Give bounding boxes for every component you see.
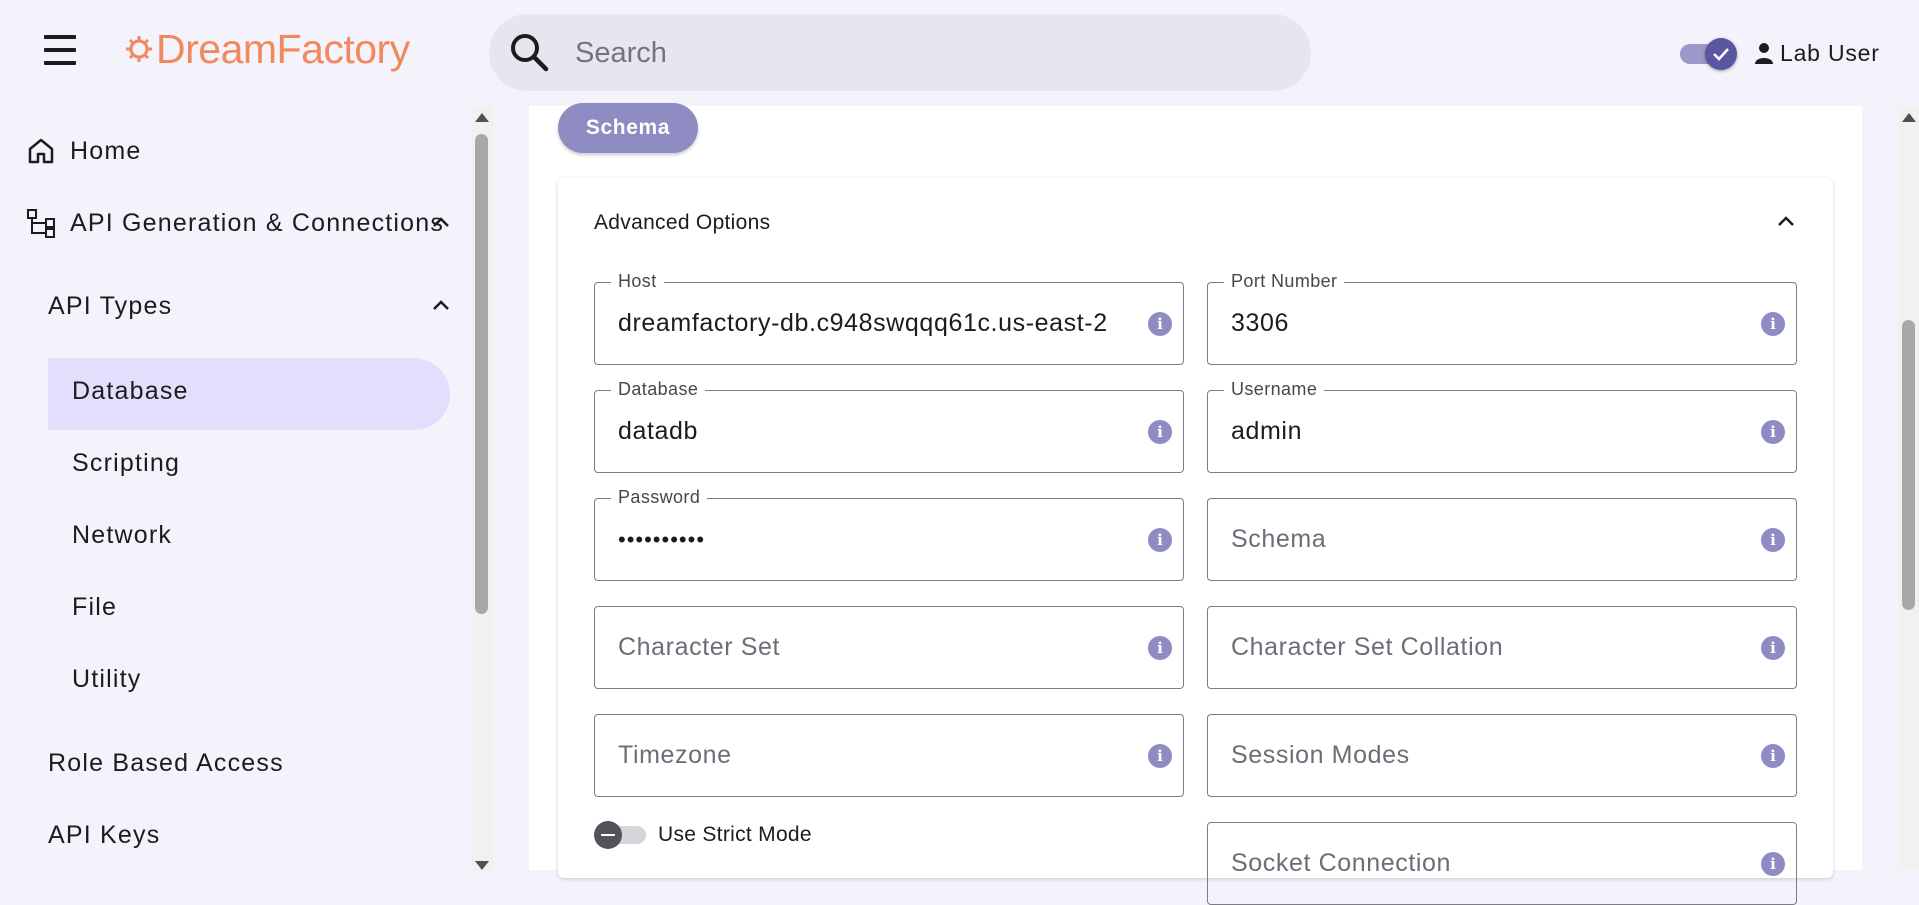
- character-set-input[interactable]: [618, 606, 1118, 689]
- user-menu[interactable]: Lab User: [1754, 36, 1880, 70]
- chevron-up-icon[interactable]: [1776, 208, 1796, 236]
- sidebar-item-label: API Types: [48, 292, 173, 320]
- sidebar-item-label: Role Based Access: [48, 749, 284, 777]
- minus-icon: [594, 821, 622, 849]
- info-icon[interactable]: i: [1761, 636, 1785, 660]
- sidebar-item-api-keys[interactable]: API Keys: [48, 821, 160, 850]
- schema-input[interactable]: [1231, 498, 1731, 581]
- theme-toggle[interactable]: [1680, 38, 1737, 70]
- chevron-up-icon[interactable]: [432, 299, 450, 311]
- database-field[interactable]: Database i: [594, 379, 1184, 473]
- sidebar-item-network[interactable]: Network: [72, 521, 172, 550]
- user-name: Lab User: [1780, 39, 1880, 66]
- scrollbar-thumb[interactable]: [475, 134, 488, 614]
- scroll-up-arrow-icon[interactable]: [475, 113, 489, 122]
- sidebar-item-role-based-access[interactable]: Role Based Access: [48, 749, 284, 778]
- person-icon: [1755, 43, 1773, 64]
- password-field[interactable]: Password i: [594, 487, 1184, 581]
- sidebar-scrollbar[interactable]: [471, 106, 493, 870]
- sidebar-item-label: Home: [70, 136, 142, 165]
- timezone-input[interactable]: [618, 714, 1118, 797]
- info-icon[interactable]: i: [1761, 852, 1785, 876]
- scrollbar-thumb[interactable]: [1902, 320, 1915, 610]
- logo-text: DreamFactory: [156, 25, 410, 72]
- timezone-field[interactable]: i: [594, 714, 1184, 797]
- host-field[interactable]: Host i: [594, 271, 1184, 365]
- scroll-down-arrow-icon[interactable]: [475, 861, 489, 870]
- info-icon[interactable]: i: [1148, 312, 1172, 336]
- info-icon[interactable]: i: [1761, 528, 1785, 552]
- sidebar-item-label: File: [72, 593, 118, 621]
- info-icon[interactable]: i: [1761, 312, 1785, 336]
- gear-logo-icon: [126, 36, 152, 62]
- home-icon: [26, 136, 56, 166]
- socket-connection-field[interactable]: i: [1207, 822, 1797, 905]
- info-icon[interactable]: i: [1148, 636, 1172, 660]
- password-input[interactable]: [618, 498, 1118, 581]
- scroll-up-arrow-icon[interactable]: [1902, 113, 1916, 122]
- sidebar-item-label: Database: [72, 377, 189, 405]
- sidebar-item-label: API Keys: [48, 821, 161, 849]
- host-input[interactable]: [618, 282, 1118, 365]
- info-icon[interactable]: i: [1148, 744, 1172, 768]
- sidebar: Home API Generation & Connections API Ty…: [0, 106, 471, 870]
- sidebar-item-scripting[interactable]: Scripting: [72, 449, 180, 478]
- sidebar-item-database[interactable]: Database: [72, 377, 189, 406]
- search-bar[interactable]: [489, 14, 1311, 93]
- chevron-up-icon[interactable]: [432, 216, 450, 228]
- sidebar-item-api-generation[interactable]: API Generation & Connections: [26, 208, 444, 238]
- username-input[interactable]: [1231, 390, 1731, 473]
- sidebar-item-label: API Generation & Connections: [70, 208, 445, 237]
- schema-field[interactable]: i: [1207, 498, 1797, 581]
- character-set-field[interactable]: i: [594, 606, 1184, 689]
- sidebar-item-label: Scripting: [72, 449, 181, 477]
- sidebar-item-file[interactable]: File: [72, 593, 117, 622]
- character-set-collation-field[interactable]: i: [1207, 606, 1797, 689]
- search-input[interactable]: [573, 14, 1277, 93]
- top-bar: DreamFactory Lab User: [0, 0, 1919, 106]
- socket-connection-input[interactable]: [1231, 822, 1731, 905]
- schema-button[interactable]: Schema: [558, 103, 698, 153]
- character-set-collation-input[interactable]: [1231, 606, 1731, 689]
- info-icon[interactable]: i: [1761, 420, 1785, 444]
- sidebar-item-label: Utility: [72, 665, 142, 693]
- search-icon: [511, 34, 549, 72]
- sidebar-item-label: Network: [72, 521, 173, 549]
- port-number-input[interactable]: [1231, 282, 1731, 365]
- info-icon[interactable]: i: [1761, 744, 1785, 768]
- session-modes-field[interactable]: i: [1207, 714, 1797, 797]
- session-modes-input[interactable]: [1231, 714, 1731, 797]
- username-field[interactable]: Username i: [1207, 379, 1797, 473]
- info-icon[interactable]: i: [1148, 420, 1172, 444]
- hamburger-menu-icon[interactable]: [40, 30, 80, 70]
- logo[interactable]: DreamFactory: [124, 24, 410, 74]
- advanced-options-title: Advanced Options: [594, 211, 771, 234]
- info-icon[interactable]: i: [1148, 528, 1172, 552]
- sidebar-item-utility[interactable]: Utility: [72, 665, 142, 694]
- strict-mode-label: Use Strict Mode: [658, 823, 812, 846]
- toggle-switch[interactable]: [594, 820, 648, 850]
- database-input[interactable]: [618, 390, 1118, 473]
- main-scrollbar[interactable]: [1898, 106, 1919, 870]
- check-icon: [1705, 38, 1737, 70]
- sidebar-item-api-types[interactable]: API Types: [48, 292, 172, 321]
- strict-mode-toggle[interactable]: Use Strict Mode: [594, 820, 812, 850]
- port-number-field[interactable]: Port Number i: [1207, 271, 1797, 365]
- sidebar-item-home[interactable]: Home: [26, 136, 142, 166]
- hierarchy-icon: [26, 208, 56, 238]
